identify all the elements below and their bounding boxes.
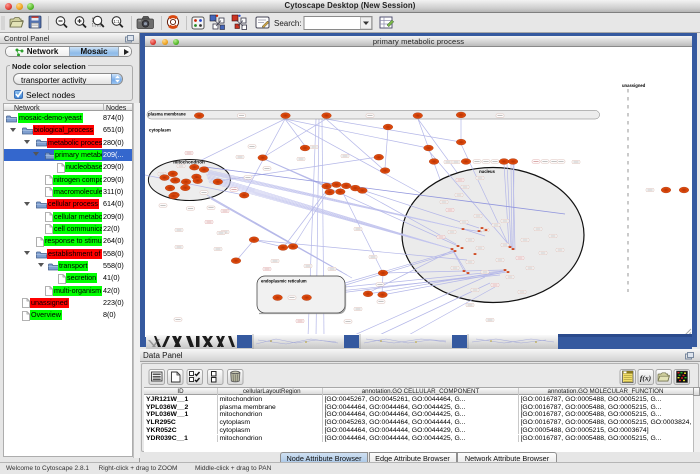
svg-text:mitochondrion: mitochondrion (173, 160, 205, 165)
svg-text:plasma membrane: plasma membrane (148, 112, 186, 117)
svg-text:endoplasmic reticulum: endoplasmic reticulum (261, 279, 307, 284)
svg-text:unassigned: unassigned (622, 83, 646, 88)
svg-text:1:1: 1:1 (113, 19, 120, 24)
svg-text:nucleus: nucleus (479, 169, 495, 174)
svg-text:cytoplasm: cytoplasm (149, 128, 171, 133)
svg-text:f(x): f(x) (640, 374, 652, 383)
svg-text:Search:: Search: (274, 19, 302, 28)
